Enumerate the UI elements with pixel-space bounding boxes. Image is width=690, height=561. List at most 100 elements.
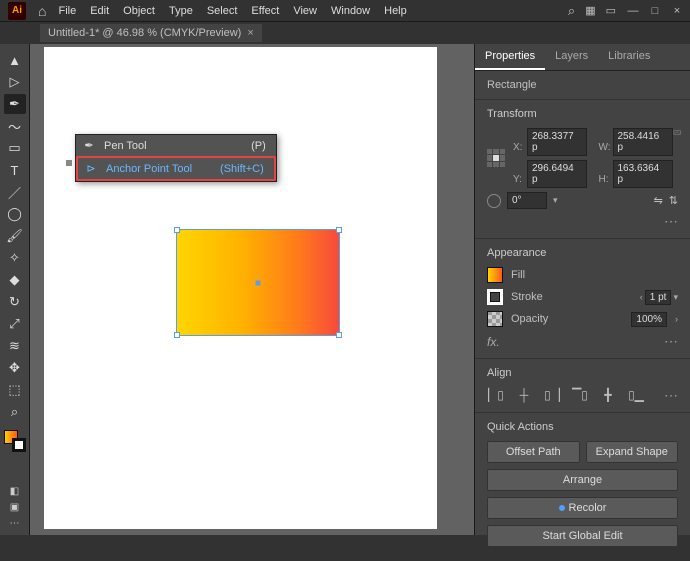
menu-edit[interactable]: Edit (90, 5, 109, 17)
paintbrush-tool[interactable]: 🖌 (4, 226, 26, 246)
handle-center[interactable] (256, 280, 261, 285)
draw-mode-icon[interactable]: ◧ (5, 485, 25, 497)
selection-tool[interactable]: ▲ (4, 50, 26, 70)
opacity-swatch-icon[interactable] (487, 311, 503, 327)
anchor-icon: ⊳ (84, 162, 98, 175)
menu-window[interactable]: Window (331, 5, 370, 17)
x-label: X: (513, 142, 527, 153)
eraser-tool[interactable]: ◆ (4, 270, 26, 290)
fill-stroke-swatch[interactable] (4, 430, 26, 452)
recolor-label: Recolor (569, 502, 607, 514)
flyout-pen-shortcut: (P) (231, 140, 266, 152)
stroke-dropdown-icon[interactable]: ▾ (673, 292, 678, 303)
shape-builder-tool[interactable]: ⬚ (4, 380, 26, 400)
opacity-more-icon[interactable]: › (675, 314, 678, 324)
align-bottom-icon[interactable]: ▯▁ (627, 387, 645, 403)
recolor-button[interactable]: Recolor (487, 497, 678, 519)
h-value[interactable]: 163.6364 p (613, 160, 673, 188)
opacity-value[interactable]: 100% (631, 312, 667, 327)
flip-vertical-icon[interactable]: ⇅ (669, 194, 678, 207)
menu-select[interactable]: Select (207, 5, 238, 17)
w-value[interactable]: 258.4416 p (613, 128, 673, 156)
fill-color-swatch[interactable] (487, 267, 503, 283)
maximize-button[interactable]: □ (648, 5, 662, 17)
ellipse-tool[interactable]: ◯ (4, 204, 26, 224)
scale-tool[interactable]: ⤢ (4, 314, 26, 334)
artboard[interactable] (44, 47, 437, 529)
stroke-weight-value[interactable]: 1 pt (645, 290, 672, 305)
offset-path-button[interactable]: Offset Path (487, 441, 580, 463)
tab-layers[interactable]: Layers (545, 44, 598, 70)
search-icon[interactable]: ⌕ (568, 3, 575, 19)
minimize-button[interactable]: — (626, 5, 640, 17)
document-tab[interactable]: Untitled-1* @ 46.98 % (CMYK/Preview) × (40, 24, 262, 42)
stroke-swatch[interactable] (12, 438, 26, 452)
zoom-tool[interactable]: ⌕ (4, 402, 26, 422)
align-vcenter-icon[interactable]: ╋ (599, 387, 617, 403)
align-top-icon[interactable]: ▔▯ (571, 387, 589, 403)
menu-effect[interactable]: Effect (251, 5, 279, 17)
workspace-icon[interactable]: ▭ (606, 4, 616, 17)
handle-se[interactable] (336, 332, 342, 338)
stroke-decrement[interactable]: ‹ (640, 292, 643, 302)
expand-shape-button[interactable]: Expand Shape (586, 441, 679, 463)
screen-mode-icon[interactable]: ▣ (5, 501, 25, 513)
arrange-docs-icon[interactable]: ▦ (585, 4, 595, 17)
align-right-icon[interactable]: ▯▕ (543, 387, 561, 403)
canvas-area[interactable]: ✒ Pen Tool (P) ⊳ Anchor Point Tool (Shif… (30, 44, 474, 535)
align-more-icon[interactable]: ⋯ (664, 387, 678, 404)
start-global-edit-button[interactable]: Start Global Edit (487, 525, 678, 547)
type-tool[interactable]: T (4, 160, 26, 180)
transform-title: Transform (487, 108, 678, 120)
selected-rectangle[interactable] (176, 229, 340, 336)
home-icon[interactable]: ⌂ (38, 3, 46, 19)
rotate-tool[interactable]: ↻ (4, 292, 26, 312)
flyout-anchor-point-tool[interactable]: ⊳ Anchor Point Tool (Shift+C) (76, 156, 276, 181)
tab-libraries[interactable]: Libraries (598, 44, 660, 70)
h-label: H: (599, 174, 613, 185)
handle-sw[interactable] (174, 332, 180, 338)
handle-ne[interactable] (336, 227, 342, 233)
flyout-tearoff-handle[interactable] (66, 160, 72, 166)
angle-value[interactable]: 0° (507, 192, 547, 209)
stroke-color-swatch[interactable] (487, 289, 503, 305)
tab-close-icon[interactable]: × (247, 27, 253, 39)
pen-tool[interactable]: ✒ (4, 94, 26, 114)
direct-selection-tool[interactable]: ▷ (4, 72, 26, 92)
flyout-pen-label: Pen Tool (104, 140, 147, 152)
close-button[interactable]: × (670, 5, 684, 17)
flyout-pen-tool[interactable]: ✒ Pen Tool (P) (76, 135, 276, 156)
quick-actions-section: Quick Actions Offset Path Expand Shape A… (475, 413, 690, 561)
width-tool[interactable]: ≋ (4, 336, 26, 356)
arrange-button[interactable]: Arrange (487, 469, 678, 491)
menu-view[interactable]: View (293, 5, 317, 17)
fx-label[interactable]: fx. (487, 335, 500, 349)
angle-dropdown-icon[interactable]: ▾ (553, 195, 558, 206)
flyout-anchor-shortcut: (Shift+C) (200, 163, 264, 175)
rectangle-tool[interactable]: ▭ (4, 138, 26, 158)
free-transform-tool[interactable]: ✥ (4, 358, 26, 378)
align-left-icon[interactable]: ▏▯ (487, 387, 505, 403)
properties-panel: Properties Layers Libraries Rectangle Tr… (474, 44, 690, 535)
reference-point-selector[interactable] (487, 149, 505, 167)
transform-section: Transform X:268.3377 p W:258.4416 p Y:29… (475, 100, 690, 239)
line-tool[interactable]: ／ (4, 182, 26, 202)
opacity-label[interactable]: Opacity (511, 313, 548, 325)
edit-toolbar-icon[interactable]: ⋯ (5, 517, 25, 529)
curvature-tool[interactable]: 〜 (4, 116, 26, 136)
align-hcenter-icon[interactable]: ┼ (515, 387, 533, 403)
menu-object[interactable]: Object (123, 5, 155, 17)
handle-nw[interactable] (174, 227, 180, 233)
y-value[interactable]: 296.6494 p (527, 160, 587, 188)
stroke-label[interactable]: Stroke (511, 291, 543, 303)
tab-properties[interactable]: Properties (475, 44, 545, 70)
constrain-proportions-icon[interactable]: ⮹ (672, 126, 682, 141)
transform-more-icon[interactable]: ⋯ (664, 213, 678, 230)
flip-horizontal-icon[interactable]: ⇋ (654, 194, 663, 207)
menu-file[interactable]: File (58, 5, 76, 17)
x-value[interactable]: 268.3377 p (527, 128, 587, 156)
menu-type[interactable]: Type (169, 5, 193, 17)
shaper-tool[interactable]: ✧ (4, 248, 26, 268)
menu-help[interactable]: Help (384, 5, 407, 17)
appearance-more-icon[interactable]: ⋯ (664, 333, 678, 350)
